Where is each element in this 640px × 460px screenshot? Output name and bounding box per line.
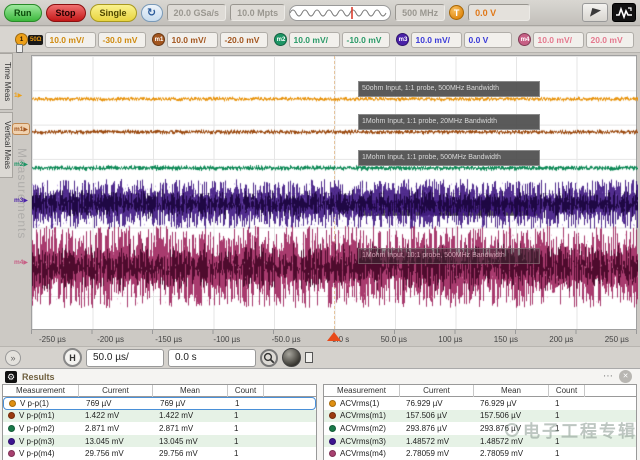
- memory-m4-group: m4 10.0 mV/ 20.0 mV: [518, 32, 634, 48]
- sine-preview-icon: [290, 6, 390, 20]
- channel-1-scale-field[interactable]: 10.0 mV/: [45, 32, 96, 48]
- channel-color-dot: [8, 412, 15, 419]
- trigger-position-marker[interactable]: [327, 332, 341, 341]
- waveform-traces: [32, 56, 638, 331]
- watermark-logo-icon: [505, 423, 519, 437]
- gear-icon[interactable]: ⚙: [5, 371, 17, 383]
- zoom-button[interactable]: [260, 349, 278, 367]
- bandwidth-readout: 500 MHz: [395, 4, 445, 21]
- waveform-arrows-icon: [615, 6, 633, 19]
- channel-color-dot: [9, 400, 16, 407]
- marker-tool-button[interactable]: [305, 352, 313, 363]
- marker-arrow-icon: ▶: [23, 260, 28, 266]
- table-row[interactable]: ACVrms(1) 76.929 µV 76.929 µV 1: [324, 397, 636, 410]
- memory-m1-offset-field[interactable]: -20.0 mV: [220, 32, 268, 48]
- memory-m1-badge[interactable]: m1: [152, 33, 165, 46]
- channel-bar: 1 50Ω 10.0 mV/ -30.0 mV m1 10.0 mV/ -20.…: [0, 27, 640, 53]
- channel-color-dot: [8, 425, 15, 432]
- waveform-grid[interactable]: 1Mohm Input, 10:1 probe, 20MHz Bandwidth…: [31, 55, 637, 330]
- memory-m3-ground-marker[interactable]: m3▶: [14, 195, 28, 207]
- magnifier-icon: [263, 352, 275, 364]
- channel-1-group: 1 50Ω 10.0 mV/ -30.0 mV: [15, 32, 146, 48]
- trigger-level-field[interactable]: 0.0 V: [468, 4, 530, 21]
- table-row[interactable]: V p-p(1) 769 µV 769 µV 1: [3, 397, 316, 410]
- memory-m4-scale-field[interactable]: 10.0 mV/: [533, 32, 584, 48]
- channel-color-dot: [329, 438, 336, 445]
- table-header: MeasurementCurrent MeanCount: [3, 385, 316, 397]
- horizontal-menu-button[interactable]: H: [63, 348, 82, 367]
- memory-m2-scale-field[interactable]: 10.0 mV/: [289, 32, 340, 48]
- trace-label-m1[interactable]: 1Mohm Input, 1:1 probe, 20MHz Bandwidth: [358, 114, 540, 130]
- results-title: Results: [22, 372, 55, 382]
- vpp-results-table: MeasurementCurrent MeanCount V p-p(1) 76…: [2, 384, 317, 460]
- tab-time-meas[interactable]: Time Meas: [0, 53, 13, 110]
- memory-m3-offset-field[interactable]: 0.0 V: [464, 32, 512, 48]
- timebase-field[interactable]: 50.0 µs/: [86, 349, 164, 367]
- table-row[interactable]: V p-p(m3) 13.045 mV 13.045 mV 1: [3, 435, 316, 448]
- horizontal-position-field[interactable]: 0.0 s: [168, 349, 256, 367]
- memory-m3-badge[interactable]: m3: [396, 33, 409, 46]
- expand-panel-button[interactable]: »: [5, 350, 21, 366]
- table-row[interactable]: V p-p(m1) 1.422 mV 1.422 mV 1: [3, 410, 316, 423]
- channel-1-offset-field[interactable]: -30.0 mV: [98, 32, 146, 48]
- channel-color-dot: [329, 412, 336, 419]
- panel-menu-dots[interactable]: ⋯: [603, 371, 614, 382]
- table-row[interactable]: V p-p(m4) 29.756 mV 29.756 mV 1: [3, 447, 316, 460]
- memory-m4-badge[interactable]: m4: [518, 33, 531, 46]
- main-display: Time Meas Vertical Meas Measurements 1▶ …: [0, 53, 640, 368]
- close-icon[interactable]: ✕: [619, 370, 632, 383]
- memory-m2-ground-marker[interactable]: m2▶: [14, 159, 28, 171]
- stop-button[interactable]: Stop: [46, 4, 86, 22]
- results-title-bar[interactable]: ⚙ Results ⋯ ✕: [0, 369, 640, 384]
- memory-depth-readout: 10.0 Mpts: [230, 4, 285, 21]
- results-panel: ⚙ Results ⋯ ✕ MeasurementCurrent MeanCou…: [0, 368, 640, 460]
- refresh-icon: ↻: [147, 6, 156, 19]
- top-toolbar: Run Stop Single ↻ 20.0 GSa/s 10.0 Mpts 5…: [0, 0, 640, 26]
- marker-arrow-icon: ▶: [18, 93, 23, 99]
- sample-rate-readout: 20.0 GSa/s: [167, 4, 227, 21]
- channel-color-dot: [8, 438, 15, 445]
- memory-m1-scale-field[interactable]: 10.0 mV/: [167, 32, 218, 48]
- horizontal-controls-bar: » H 50.0 µs/ 0.0 s: [0, 346, 640, 368]
- trace-label-m2[interactable]: 1Mohm Input, 1:1 probe, 500MHz Bandwidth: [358, 150, 540, 166]
- memory-m2-offset-field[interactable]: -10.0 mV: [342, 32, 390, 48]
- memory-m4-offset-field[interactable]: 20.0 mV: [586, 32, 634, 48]
- memory-m1-ground-marker[interactable]: m1▶: [12, 123, 30, 135]
- trigger-badge[interactable]: T: [449, 5, 464, 20]
- waveform-settings-button[interactable]: [612, 3, 636, 22]
- marker-arrow-icon: ▶: [23, 127, 28, 133]
- channel-1-ground-marker[interactable]: 1▶: [14, 90, 22, 102]
- run-button[interactable]: Run: [4, 4, 42, 22]
- marker-arrow-icon: ▶: [23, 162, 28, 168]
- channel-1-impedance-badge: 50Ω: [28, 35, 43, 45]
- table-row[interactable]: ACVrms(m4) 2.78059 mV 2.78059 mV 1: [324, 447, 636, 460]
- memory-m3-scale-field[interactable]: 10.0 mV/: [411, 32, 462, 48]
- channel-color-dot: [329, 400, 336, 407]
- clear-display-button[interactable]: ↻: [141, 4, 163, 22]
- channel-color-dot: [329, 425, 336, 432]
- memory-m2-badge[interactable]: m2: [274, 33, 287, 46]
- tab-vertical-meas[interactable]: Vertical Meas: [0, 112, 13, 178]
- oscilloscope-app: Run Stop Single ↻ 20.0 GSa/s 10.0 Mpts 5…: [0, 0, 640, 460]
- clipboard-icon: [16, 44, 23, 53]
- waveform-preview[interactable]: [289, 5, 391, 21]
- trace-label-m4[interactable]: 1Mohm Input, 10:1 probe, 500MHz Bandwidt…: [358, 248, 540, 264]
- memory-m3-group: m3 10.0 mV/ 0.0 V: [396, 32, 512, 48]
- sidebar-tabs: Time Meas Vertical Meas: [0, 53, 14, 180]
- memory-m2-group: m2 10.0 mV/ -10.0 mV: [274, 32, 390, 48]
- memory-m4-ground-marker[interactable]: m4▶: [14, 257, 28, 269]
- pointer-mode-button[interactable]: [582, 3, 608, 22]
- single-button[interactable]: Single: [90, 4, 137, 22]
- memory-m1-group: m1 10.0 mV/ -20.0 mV: [152, 32, 268, 48]
- cursor-icon: [590, 8, 601, 19]
- channel-color-dot: [8, 450, 15, 457]
- trace-label-ch1[interactable]: 50ohm Input, 1:1 probe, 500MHz Bandwidth: [358, 81, 540, 97]
- channel-color-dot: [329, 450, 336, 457]
- table-row[interactable]: V p-p(m2) 2.871 mV 2.871 mV 1: [3, 422, 316, 435]
- table-header: MeasurementCurrent MeanCount: [324, 385, 636, 397]
- marker-arrow-icon: ▶: [23, 198, 28, 204]
- site-watermark: 电子工程专辑: [505, 417, 637, 442]
- intensity-knob[interactable]: [282, 348, 301, 367]
